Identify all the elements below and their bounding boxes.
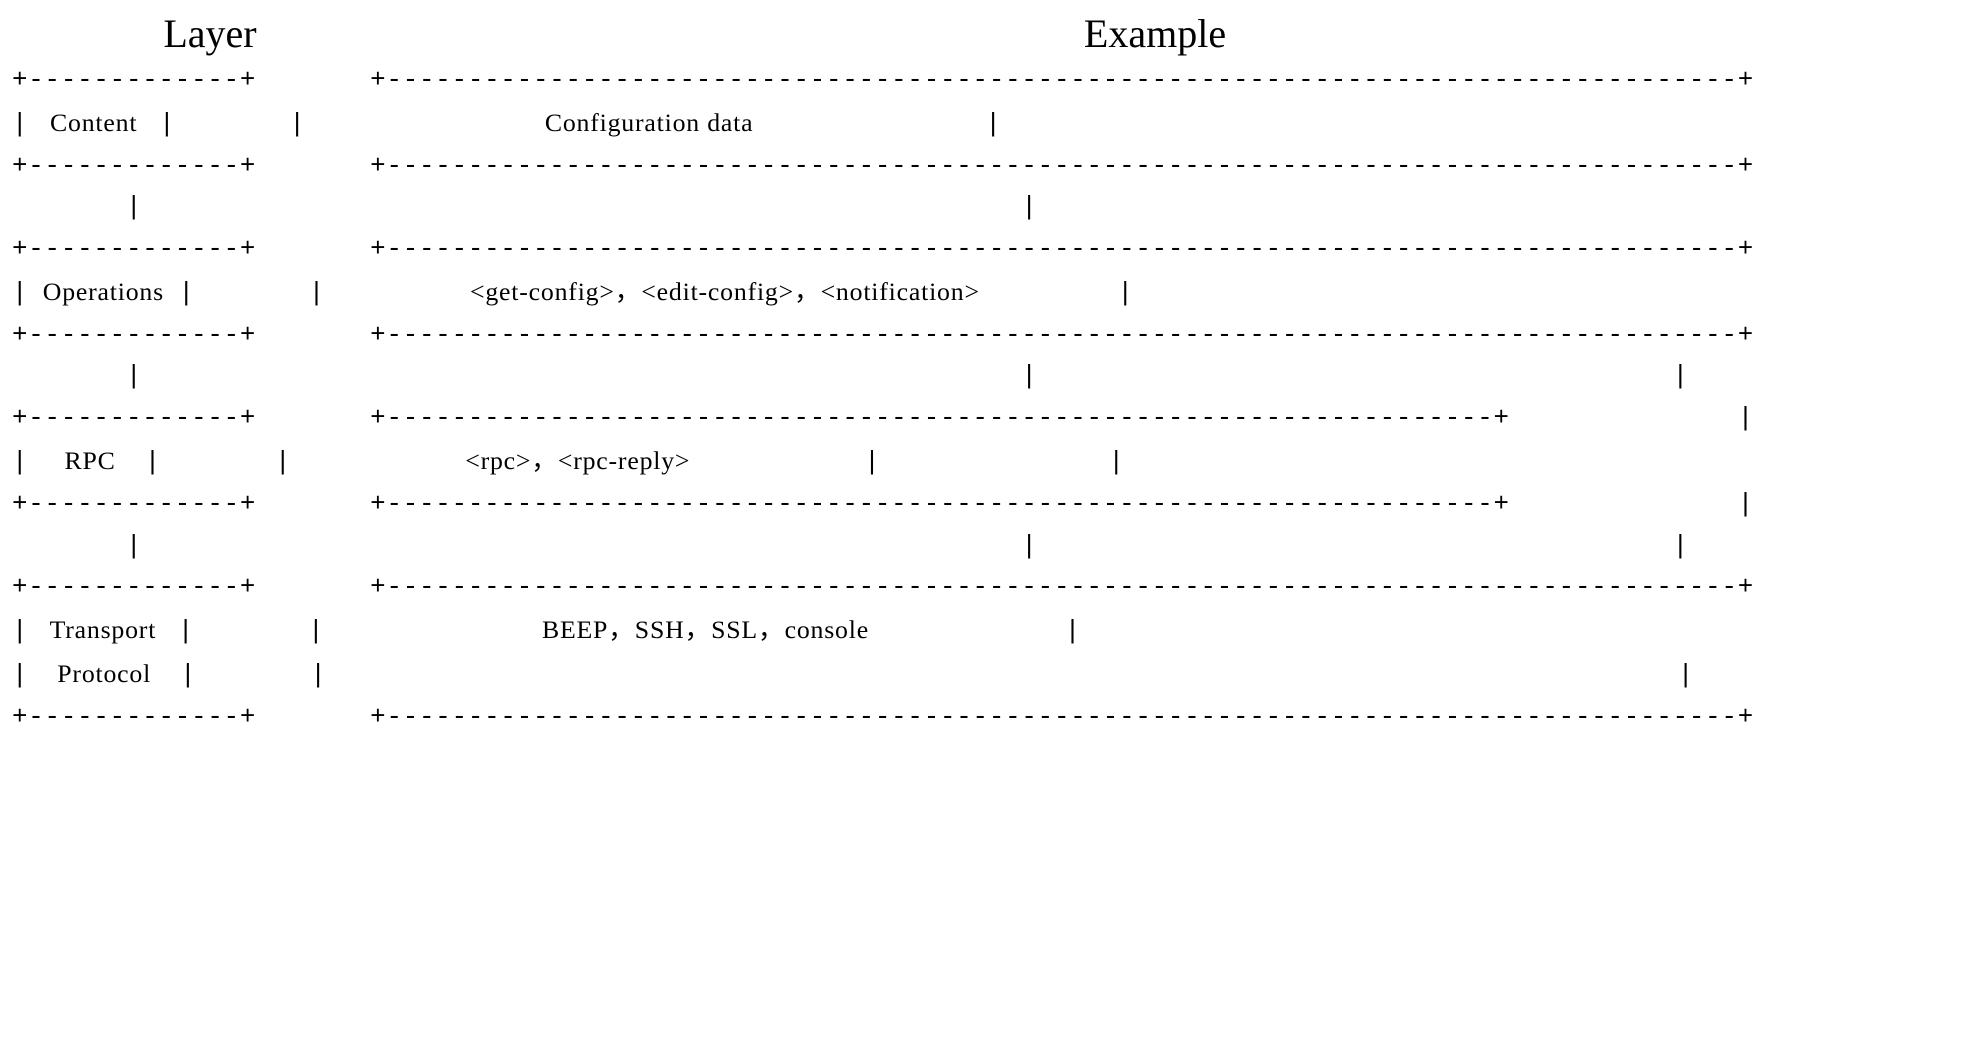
layer-rpc-example: <rpc>，<rpc-reply> xyxy=(291,446,864,475)
layer-rpc-label: RPC xyxy=(28,446,144,475)
heading-example: Example xyxy=(420,14,1890,54)
layer-operations-example: <get-config>，<edit-config>，<notification… xyxy=(325,277,1118,306)
netconf-layer-diagram: +-------------+ +-----------------------… xyxy=(0,60,1976,747)
layer-transport-example: BEEP，SSH，SSL，console xyxy=(324,615,1064,644)
layer-operations-label: Operations xyxy=(28,277,178,306)
layer-transport-label-line1: Transport xyxy=(28,615,178,644)
layer-transport-label-line2: Protocol xyxy=(28,659,180,688)
layer-content-example: Configuration data xyxy=(306,108,986,137)
heading-layer: Layer xyxy=(0,14,420,54)
diagram-headings: LayerExample xyxy=(0,0,1976,60)
layer-content-label: Content xyxy=(28,108,159,137)
